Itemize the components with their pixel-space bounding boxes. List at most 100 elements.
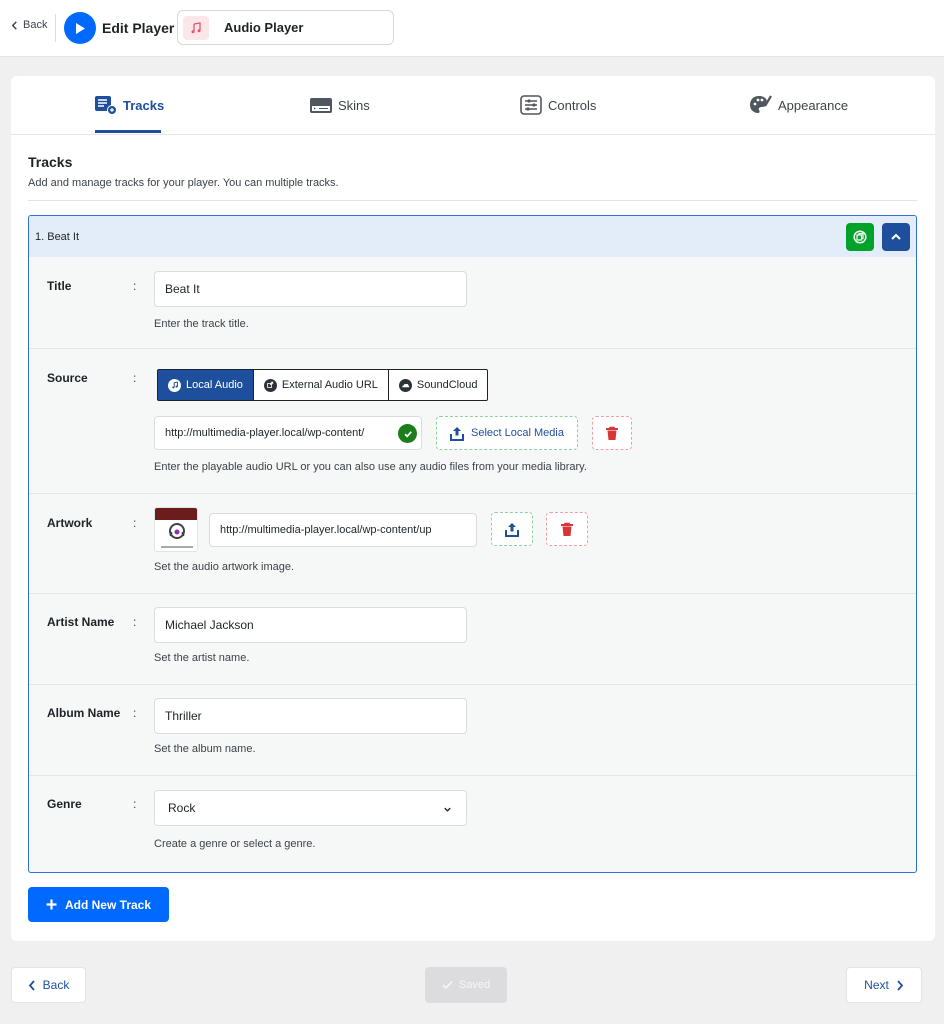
- source-external-url-label: External Audio URL: [281, 379, 378, 391]
- tab-bar: Tracks Skins Controls Appearance: [11, 76, 935, 135]
- duplicate-icon: [853, 230, 867, 244]
- source-external-url-button[interactable]: External Audio URL: [254, 370, 389, 400]
- tab-appearance-label: Appearance: [778, 97, 849, 113]
- title-colon: :: [133, 279, 137, 293]
- title-label: Title: [47, 279, 72, 293]
- tab-skins[interactable]: Skins: [310, 94, 370, 116]
- source-soundcloud-button[interactable]: SoundCloud: [389, 370, 488, 400]
- tab-tracks[interactable]: Tracks: [95, 94, 164, 116]
- soundcloud-icon: [398, 378, 412, 392]
- tab-controls-label: Controls: [548, 97, 597, 113]
- add-new-track-button[interactable]: Add New Track: [28, 887, 169, 922]
- check-icon: [442, 980, 453, 990]
- chevron-left-icon: [11, 20, 17, 30]
- artist-colon: :: [133, 615, 137, 629]
- track-panel: 1. Beat It Title : Beat It Enter the tra…: [28, 215, 917, 873]
- add-new-track-label: Add New Track: [64, 897, 152, 912]
- genre-label: Genre: [47, 797, 82, 811]
- artist-help: Set the artist name.: [154, 652, 250, 664]
- track-heading: 1. Beat It: [35, 231, 80, 243]
- tab-skins-label: Skins: [338, 97, 370, 113]
- tab-appearance[interactable]: Appearance: [750, 94, 848, 116]
- chevron-down-icon: [444, 807, 451, 812]
- header-divider: [55, 14, 56, 42]
- check-icon: [398, 424, 417, 443]
- footer-next-label: Next: [864, 978, 889, 992]
- top-bar: Back Edit Player Audio Player: [0, 0, 944, 57]
- select-local-media-label: Select Local Media: [471, 427, 564, 439]
- title-input[interactable]: Beat It: [154, 271, 467, 307]
- source-type-selector: Local Audio External Audio URL SoundClou…: [157, 369, 489, 401]
- select-local-media-button[interactable]: Select Local Media: [436, 416, 578, 450]
- genre-help: Create a genre or select a genre.: [154, 838, 316, 850]
- upload-icon: [450, 426, 465, 441]
- duplicate-track-button[interactable]: [846, 223, 874, 251]
- saved-button[interactable]: Saved: [425, 967, 507, 1003]
- genre-select[interactable]: Rock: [154, 790, 467, 826]
- album-label: Album Name: [47, 706, 121, 720]
- chevron-up-icon: [891, 233, 901, 240]
- source-soundcloud-label: SoundCloud: [416, 379, 478, 391]
- artwork-help: Set the audio artwork image.: [154, 561, 295, 573]
- album-colon: :: [133, 706, 137, 720]
- track-header[interactable]: 1. Beat It: [29, 216, 916, 257]
- saved-label: Saved: [458, 979, 491, 991]
- music-note-icon: [183, 15, 209, 40]
- upload-icon: [505, 522, 519, 537]
- local-audio-icon: [168, 378, 181, 392]
- appearance-icon: [750, 95, 772, 113]
- footer-back-button[interactable]: Back: [11, 967, 86, 1003]
- audio-url-input[interactable]: http://multimedia-player.local/wp-conten…: [154, 416, 422, 450]
- page-title: Edit Player: [102, 20, 175, 36]
- player-name-field[interactable]: Audio Player: [177, 10, 394, 45]
- plus-icon: [46, 899, 57, 910]
- external-link-icon: [263, 378, 277, 392]
- source-label: Source: [47, 371, 88, 385]
- title-help: Enter the track title.: [154, 318, 249, 330]
- footer-next-button[interactable]: Next: [846, 967, 922, 1003]
- source-help: Enter the playable audio URL or you can …: [154, 461, 587, 473]
- skins-icon: [310, 98, 332, 113]
- artist-label: Artist Name: [47, 615, 115, 629]
- artwork-label: Artwork: [47, 516, 93, 530]
- delete-audio-button[interactable]: [592, 416, 632, 450]
- field-row-album: Album Name : Thriller Set the album name…: [29, 685, 916, 776]
- section-divider: [28, 200, 917, 201]
- field-row-genre: Genre : Rock Create a genre or select a …: [29, 776, 916, 872]
- section-description: Add and manage tracks for your player. Y…: [28, 177, 339, 189]
- collapse-track-button[interactable]: [882, 223, 910, 251]
- trash-icon: [606, 426, 618, 440]
- field-row-source: Source : Local Audio External Audio URL …: [29, 349, 916, 494]
- genre-selected-value: Rock: [168, 801, 196, 815]
- source-colon: :: [133, 371, 137, 385]
- tab-controls[interactable]: Controls: [520, 94, 596, 116]
- album-help: Set the album name.: [154, 743, 256, 755]
- field-row-artist: Artist Name : Michael Jackson Set the ar…: [29, 594, 916, 685]
- tracks-icon: [95, 96, 117, 115]
- player-name-value: Audio Player: [224, 20, 304, 35]
- field-row-artwork: Artwork : http://multimedia-player.local…: [29, 494, 916, 594]
- source-local-audio-button[interactable]: Local Audio: [158, 370, 254, 400]
- genre-colon: :: [133, 797, 137, 811]
- section-title: Tracks: [28, 154, 73, 170]
- editor-card: Tracks Skins Controls Appearance Tracks …: [11, 76, 935, 941]
- header-back-link[interactable]: Back: [10, 19, 47, 31]
- artwork-url-input[interactable]: http://multimedia-player.local/wp-conten…: [209, 513, 477, 547]
- source-local-audio-label: Local Audio: [186, 379, 243, 391]
- chevron-left-icon: [28, 979, 35, 991]
- trash-icon: [561, 522, 573, 536]
- artwork-thumbnail: [154, 507, 198, 552]
- album-input[interactable]: Thriller: [154, 698, 467, 734]
- header-back-label: Back: [23, 19, 48, 31]
- upload-artwork-button[interactable]: [491, 512, 533, 546]
- controls-icon: [520, 95, 542, 115]
- active-tab-indicator: [95, 130, 161, 133]
- footer-back-label: Back: [42, 978, 70, 992]
- chevron-right-icon: [897, 979, 904, 991]
- play-icon: [64, 12, 96, 44]
- delete-artwork-button[interactable]: [546, 512, 588, 546]
- tab-tracks-label: Tracks: [123, 97, 165, 113]
- artist-input[interactable]: Michael Jackson: [154, 607, 467, 643]
- field-row-title: Title : Beat It Enter the track title.: [29, 257, 916, 349]
- artwork-colon: :: [133, 516, 137, 530]
